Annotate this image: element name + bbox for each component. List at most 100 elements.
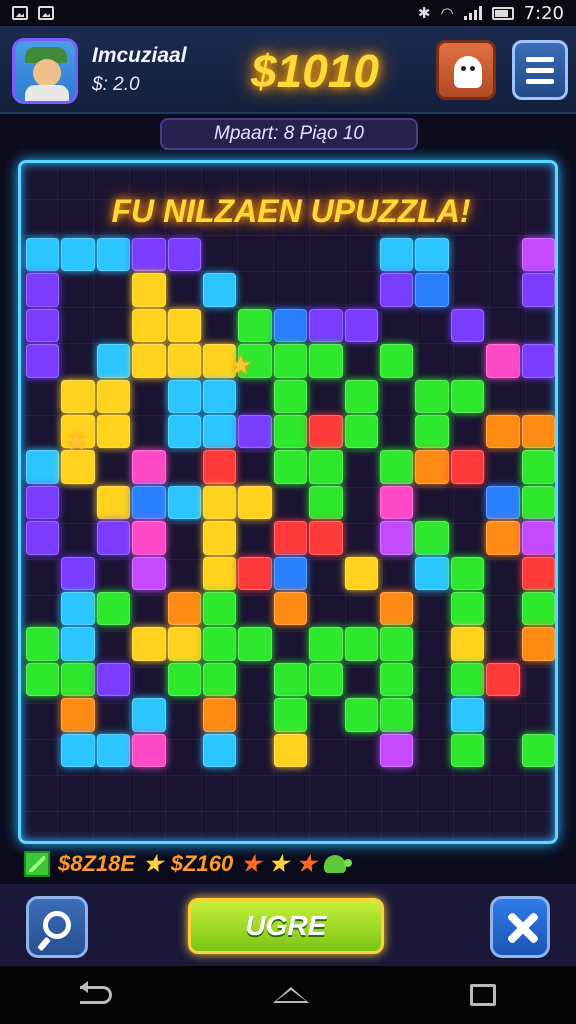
puzzle-tile[interactable] [415, 556, 449, 590]
puzzle-tile[interactable] [238, 415, 272, 449]
puzzle-tile[interactable] [380, 627, 414, 661]
puzzle-tile[interactable] [132, 627, 166, 661]
puzzle-tile[interactable] [521, 521, 555, 555]
puzzle-tile[interactable] [415, 379, 449, 413]
player-avatar[interactable] [12, 38, 78, 104]
puzzle-tile[interactable] [96, 415, 131, 449]
shop-button[interactable] [436, 40, 496, 100]
puzzle-tile[interactable] [273, 521, 308, 555]
puzzle-tile[interactable] [26, 273, 60, 307]
puzzle-tile[interactable] [26, 450, 60, 484]
puzzle-tile[interactable] [26, 344, 60, 378]
puzzle-tile[interactable] [203, 556, 237, 590]
puzzle-tile[interactable] [486, 662, 520, 697]
puzzle-tile[interactable] [450, 308, 485, 343]
puzzle-tile[interactable] [61, 627, 95, 661]
puzzle-tile[interactable] [167, 238, 201, 272]
puzzle-tile[interactable] [309, 308, 343, 343]
puzzle-tile[interactable] [26, 308, 60, 343]
puzzle-tile[interactable] [450, 450, 485, 484]
puzzle-tile[interactable] [380, 662, 414, 697]
puzzle-tile[interactable] [167, 308, 201, 343]
puzzle-tile[interactable] [380, 344, 414, 378]
puzzle-tile[interactable] [273, 592, 308, 626]
puzzle-tile[interactable] [203, 415, 237, 449]
puzzle-tile[interactable] [309, 485, 343, 520]
puzzle-tile[interactable] [273, 662, 308, 697]
puzzle-tile[interactable] [415, 450, 449, 484]
puzzle-tile[interactable] [96, 344, 131, 378]
puzzle-tile[interactable] [132, 556, 166, 590]
puzzle-tile[interactable] [132, 733, 166, 767]
puzzle-tile[interactable] [96, 379, 131, 413]
puzzle-tile[interactable] [273, 698, 308, 732]
puzzle-tile[interactable] [203, 627, 237, 661]
back-icon[interactable] [80, 981, 113, 1004]
puzzle-tile[interactable] [273, 450, 308, 484]
puzzle-tile[interactable] [309, 662, 343, 697]
puzzle-tile[interactable] [203, 273, 237, 307]
puzzle-tile[interactable] [380, 238, 414, 272]
puzzle-tile[interactable] [26, 485, 60, 520]
puzzle-tile[interactable] [450, 556, 485, 590]
puzzle-tile[interactable] [26, 521, 60, 555]
puzzle-tile[interactable] [380, 592, 414, 626]
puzzle-tile[interactable] [61, 379, 95, 413]
puzzle-tile[interactable] [380, 450, 414, 484]
puzzle-tile[interactable] [380, 698, 414, 732]
puzzle-tile[interactable] [132, 308, 166, 343]
puzzle-tile[interactable] [96, 521, 131, 555]
puzzle-tile[interactable] [61, 733, 95, 767]
puzzle-tile[interactable] [415, 415, 449, 449]
puzzle-tile[interactable] [203, 662, 237, 697]
puzzle-tile[interactable] [450, 662, 485, 697]
puzzle-tile[interactable] [521, 450, 555, 484]
puzzle-tile[interactable] [203, 485, 237, 520]
puzzle-tile[interactable] [132, 273, 166, 307]
puzzle-tile[interactable] [309, 344, 343, 378]
puzzle-tile[interactable] [486, 415, 520, 449]
puzzle-tile[interactable] [96, 592, 131, 626]
puzzle-tile[interactable] [309, 415, 343, 449]
puzzle-tile[interactable] [521, 344, 555, 378]
puzzle-tile[interactable] [203, 521, 237, 555]
puzzle-tile[interactable] [273, 308, 308, 343]
puzzle-tile[interactable] [61, 556, 95, 590]
puzzle-tile[interactable] [273, 379, 308, 413]
puzzle-tile[interactable] [61, 662, 95, 697]
puzzle-tile[interactable] [521, 733, 555, 767]
puzzle-tile[interactable] [26, 238, 60, 272]
puzzle-tile[interactable] [521, 592, 555, 626]
puzzle-tile[interactable] [26, 662, 60, 697]
puzzle-tile[interactable] [344, 379, 378, 413]
puzzle-tile[interactable] [273, 556, 308, 590]
puzzle-grid[interactable] [25, 237, 555, 777]
puzzle-tile[interactable] [167, 485, 201, 520]
puzzle-tile[interactable] [96, 733, 131, 767]
puzzle-tile[interactable] [309, 450, 343, 484]
menu-button[interactable] [512, 40, 568, 100]
puzzle-tile[interactable] [132, 698, 166, 732]
close-button[interactable] [490, 896, 550, 958]
home-icon[interactable] [272, 987, 309, 1003]
puzzle-tile[interactable] [26, 627, 60, 661]
puzzle-tile[interactable] [132, 344, 166, 378]
puzzle-tile[interactable] [415, 521, 449, 555]
puzzle-tile[interactable] [521, 415, 555, 449]
puzzle-tile[interactable] [96, 238, 131, 272]
puzzle-tile[interactable] [380, 485, 414, 520]
puzzle-tile[interactable] [167, 592, 201, 626]
puzzle-tile[interactable] [203, 698, 237, 732]
puzzle-tile[interactable] [203, 592, 237, 626]
puzzle-tile[interactable] [273, 733, 308, 767]
puzzle-tile[interactable] [167, 662, 201, 697]
puzzle-board[interactable]: FU NILZAEN UPUZZLA! ★ ★ [18, 160, 558, 844]
puzzle-tile[interactable] [167, 415, 201, 449]
puzzle-tile[interactable] [521, 627, 555, 661]
puzzle-tile[interactable] [96, 485, 131, 520]
puzzle-tile[interactable] [450, 698, 485, 732]
puzzle-tile[interactable] [203, 450, 237, 484]
puzzle-tile[interactable] [238, 627, 272, 661]
puzzle-tile[interactable] [486, 485, 520, 520]
puzzle-tile[interactable] [309, 521, 343, 555]
